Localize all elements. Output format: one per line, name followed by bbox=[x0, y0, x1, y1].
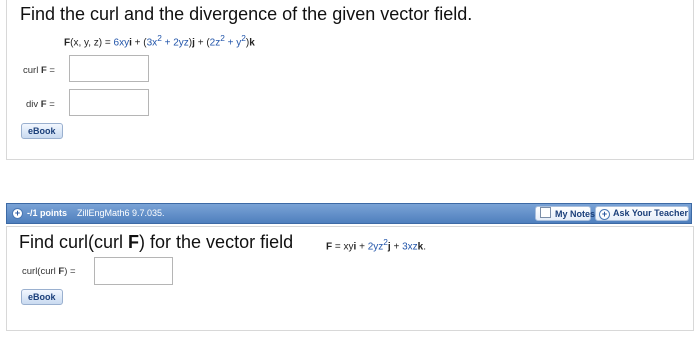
question-1-card: Find the curl and the divergence of the … bbox=[6, 0, 694, 160]
curl-curl-answer-input[interactable] bbox=[94, 257, 173, 285]
question-1-prompt: Find the curl and the divergence of the … bbox=[20, 4, 473, 24]
ask-teacher-button[interactable]: + Ask Your Teacher bbox=[595, 206, 689, 221]
help-plus-icon: + bbox=[599, 209, 610, 220]
notes-icon bbox=[540, 207, 551, 218]
divergence-answer-input[interactable] bbox=[69, 89, 149, 116]
expand-plus-icon[interactable]: + bbox=[12, 208, 23, 219]
vector-field-formula-2: F = xyi + 2yz2j + 3xzk. bbox=[326, 237, 426, 253]
question-2-card: Find curl(curl F) for the vector field F… bbox=[6, 226, 694, 331]
vector-field-formula: F(x, y, z) = 6xyi + (3x2 + 2yz)j + (2z2 … bbox=[64, 33, 255, 49]
points-label: -/1 points bbox=[27, 208, 67, 218]
question-2-prompt: Find curl(curl F) for the vector field bbox=[19, 232, 294, 252]
divergence-label: div F = bbox=[26, 99, 55, 110]
question-2-header-bar: + -/1 points ZillEngMath6 9.7.035. My No… bbox=[6, 203, 692, 224]
question-source: ZillEngMath6 9.7.035. bbox=[77, 208, 165, 218]
curl-answer-input[interactable] bbox=[69, 55, 149, 82]
ebook-button[interactable]: eBook bbox=[21, 123, 63, 139]
curl-curl-label: curl(curl F) = bbox=[22, 266, 76, 277]
curl-label: curl F = bbox=[23, 65, 55, 76]
ebook-button-2[interactable]: eBook bbox=[21, 289, 63, 305]
my-notes-button[interactable]: My Notes bbox=[535, 206, 595, 221]
